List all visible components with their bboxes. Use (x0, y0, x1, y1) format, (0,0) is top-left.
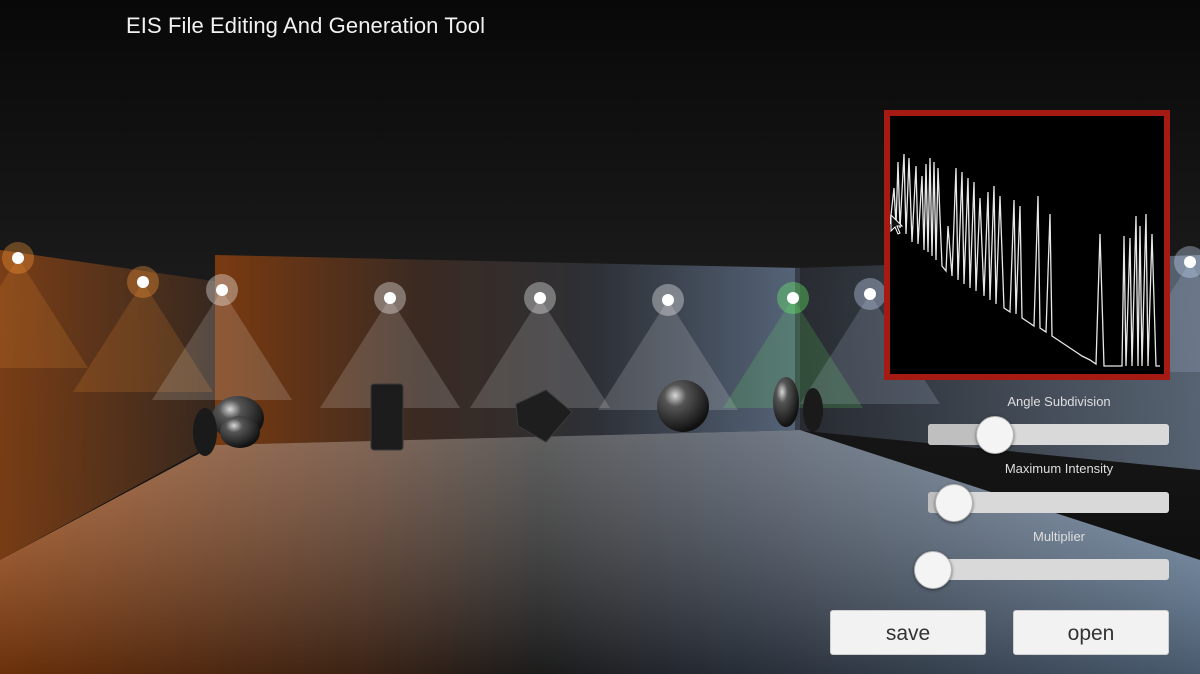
intensity-graph-panel[interactable] (884, 110, 1170, 380)
open-button[interactable]: open (1013, 610, 1169, 655)
mouse-cursor-icon (890, 214, 904, 235)
ceiling-light (787, 292, 799, 304)
ceiling-light (216, 284, 228, 296)
intensity-profile-graph (890, 153, 1160, 367)
ceiling-light (864, 288, 876, 300)
maximum-intensity-label: Maximum Intensity (1004, 461, 1114, 476)
intensity-profile-line (890, 153, 1160, 367)
maximum-intensity-handle[interactable] (935, 484, 973, 522)
angle-subdivision-slider[interactable] (928, 424, 1169, 445)
ceiling-light (662, 294, 674, 306)
multiplier-handle[interactable] (914, 551, 952, 589)
ceiling-light (534, 292, 546, 304)
ceiling-light (384, 292, 396, 304)
ceiling-light (137, 276, 149, 288)
app-title: EIS File Editing And Generation Tool (126, 13, 486, 38)
ceiling-light (12, 252, 24, 264)
multiplier-slider[interactable] (928, 559, 1169, 580)
angle-subdivision-label: Angle Subdivision (1007, 394, 1111, 409)
save-button[interactable]: save (830, 610, 986, 655)
angle-subdivision-handle[interactable] (976, 416, 1014, 454)
multiplier-label: Multiplier (1032, 529, 1085, 544)
ceiling-light (1184, 256, 1196, 268)
